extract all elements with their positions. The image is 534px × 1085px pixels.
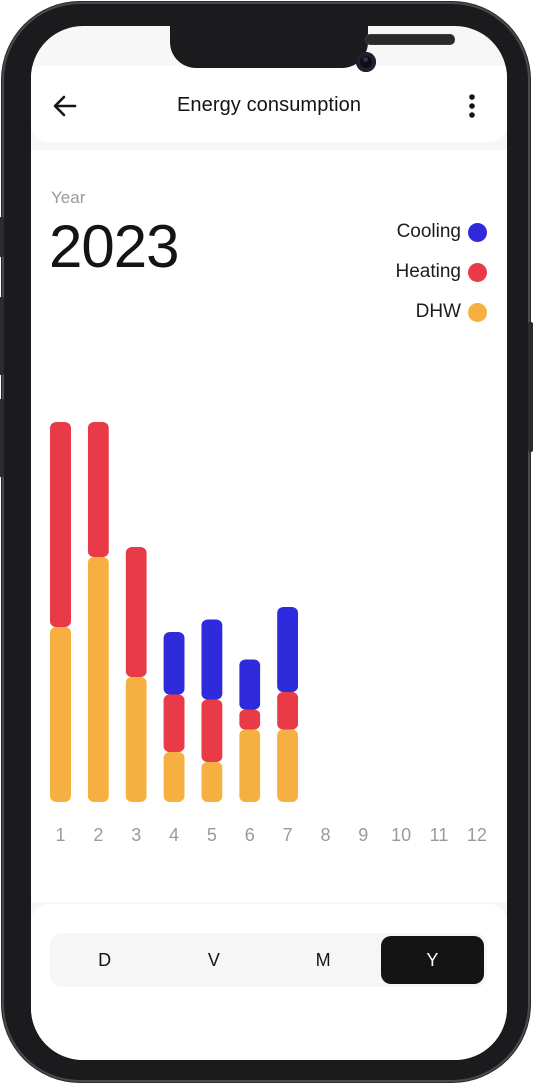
bar-dhw-month-1 <box>50 627 71 802</box>
bar-dhw-month-3 <box>125 677 147 802</box>
app-header: Energy consumption <box>31 66 507 142</box>
bar-heating-month-4 <box>163 694 185 752</box>
speaker-grille <box>365 34 455 45</box>
x-tick-label: 10 <box>391 825 411 845</box>
view-selector: D V M Y <box>50 933 487 987</box>
x-tick-label: 7 <box>283 825 293 845</box>
bar-cooling-month-7 <box>277 607 299 692</box>
stacked-bar-chart: 1 2 3 4 5 6 7 8 9 10 11 12 <box>50 422 487 845</box>
x-tick-label: 1 <box>55 825 65 845</box>
chart-panel: Year 2023 Cooling Heating DHW 1234567891… <box>31 150 507 902</box>
page-title: Energy consumption <box>176 94 362 116</box>
more-vertical-icon[interactable] <box>459 90 485 122</box>
bar-stack-month-2 <box>87 422 109 802</box>
bar-dhw-month-5 <box>201 762 223 802</box>
bar-stack-month-5 <box>201 619 223 802</box>
x-tick-label: 4 <box>169 825 179 845</box>
bar-cooling-month-6 <box>239 659 261 710</box>
view-option-day[interactable]: D <box>53 936 156 984</box>
bar-heating-month-2 <box>87 422 109 557</box>
bar-heating-month-1 <box>50 422 71 627</box>
bar-cooling-month-5 <box>201 619 223 700</box>
x-tick-label: 8 <box>320 825 330 845</box>
side-button-volume-down <box>0 399 4 477</box>
x-tick-label: 2 <box>93 825 103 845</box>
device-notch <box>170 26 455 72</box>
phone-frame: Energy consumption Year 2023 Cooling Hea… <box>0 2 533 1082</box>
view-option-week[interactable]: V <box>162 936 265 984</box>
x-tick-label: 5 <box>207 825 217 845</box>
side-button-power <box>528 322 533 452</box>
bar-heating-month-5 <box>201 699 223 762</box>
bar-stack-month-6 <box>239 659 261 802</box>
bar-stack-month-4 <box>163 632 185 802</box>
bar-heating-month-6 <box>239 709 261 730</box>
bar-stack-month-3 <box>125 547 147 802</box>
x-tick-label: 12 <box>467 825 487 845</box>
x-tick-label: 6 <box>245 825 255 845</box>
bar-heating-month-7 <box>277 692 299 730</box>
x-tick-label: 9 <box>358 825 368 845</box>
x-tick-label: 3 <box>131 825 141 845</box>
view-selector-panel: D V M Y <box>31 904 507 1060</box>
x-tick-label: 11 <box>430 825 449 845</box>
bar-cooling-month-4 <box>163 632 185 695</box>
side-button-volume-up <box>0 297 4 375</box>
bar-dhw-month-6 <box>239 729 261 802</box>
bar-heating-month-3 <box>125 547 147 677</box>
bar-dhw-month-4 <box>163 752 185 802</box>
view-option-year[interactable]: Y <box>380 936 484 984</box>
front-camera <box>356 52 376 72</box>
bar-stack-month-1 <box>50 422 71 802</box>
bar-dhw-month-7 <box>277 729 299 802</box>
bar-dhw-month-2 <box>87 557 109 802</box>
bar-stack-month-7 <box>277 607 299 802</box>
side-button-silent <box>0 217 4 257</box>
screen: Energy consumption Year 2023 Cooling Hea… <box>31 26 507 1060</box>
view-option-month[interactable]: M <box>272 936 375 984</box>
